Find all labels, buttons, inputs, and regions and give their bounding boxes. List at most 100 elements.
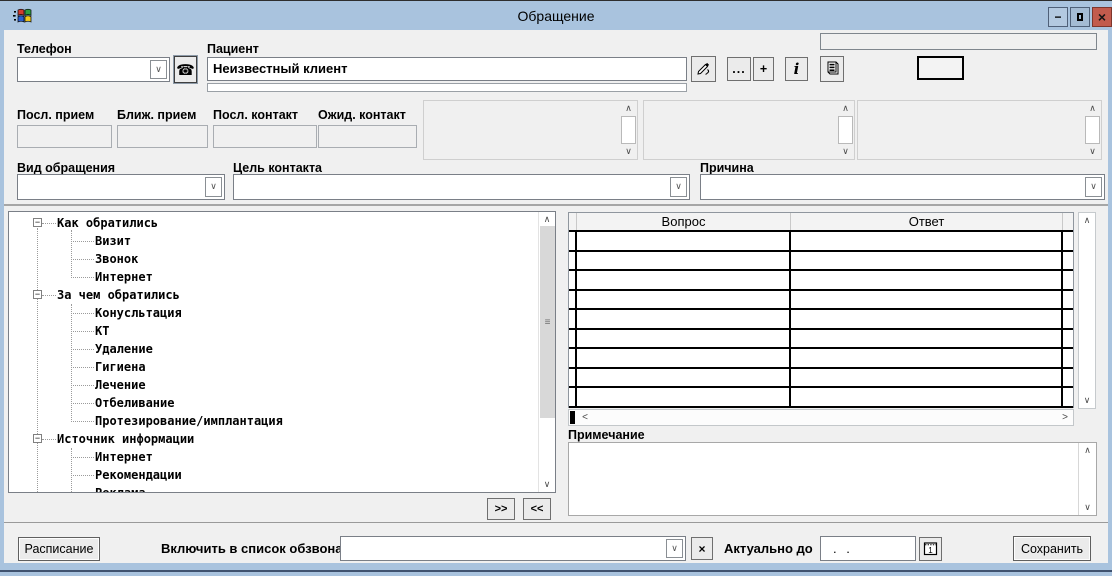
patient-label: Пациент — [207, 42, 259, 56]
patient-field[interactable]: Неизвестный клиент — [207, 57, 687, 81]
next-visit-label: Ближ. прием — [117, 108, 196, 122]
scroll-up-icon[interactable]: ∧ — [1079, 213, 1095, 228]
note-scrollbar[interactable]: ∧ ∨ — [1078, 443, 1096, 515]
tree-item[interactable]: Конусльтация — [9, 304, 537, 322]
info-listbox-2-scrollbar[interactable]: ∧ ∨ — [837, 101, 854, 159]
tree-scrollbar[interactable]: ∧ ≡ ∨ — [538, 212, 555, 492]
move-right-button[interactable]: >> — [487, 498, 515, 520]
tree-item[interactable]: Рекомендации — [9, 466, 537, 484]
info-listbox-1-scrollbar[interactable]: ∧ ∨ — [620, 101, 637, 159]
select-patient-button[interactable]: ... — [727, 57, 751, 81]
collapse-icon[interactable]: − — [33, 218, 42, 227]
scroll-thumb[interactable] — [1085, 116, 1100, 144]
save-button[interactable]: Сохранить — [1013, 536, 1091, 561]
phone-combobox[interactable]: ∨ — [17, 57, 170, 82]
schedule-button[interactable]: Расписание — [18, 537, 100, 561]
tree-item[interactable]: −За чем обратились — [9, 286, 537, 304]
table-row[interactable] — [569, 232, 1073, 252]
table-header-row: Вопрос Ответ — [569, 213, 1073, 232]
scroll-up-icon[interactable]: ∧ — [1079, 443, 1096, 458]
contact-goal-combobox[interactable]: ∨ — [233, 174, 690, 200]
reason-dropdown-icon[interactable]: ∨ — [1085, 177, 1102, 197]
next-visit-value — [117, 125, 208, 148]
calendar-icon: 1 — [923, 540, 938, 559]
call-list-combobox[interactable]: ∨ — [340, 536, 686, 561]
tree-item[interactable]: −Источник информации — [9, 430, 537, 448]
collapse-icon[interactable]: − — [33, 290, 42, 299]
table-vertical-scrollbar[interactable]: ∧ ∨ — [1078, 212, 1096, 409]
add-patient-button[interactable]: + — [753, 57, 774, 81]
title-bar[interactable]: Обращение − × — [0, 0, 1112, 30]
info-listbox-2: ∧ ∨ — [643, 100, 855, 160]
contact-goal-dropdown-icon[interactable]: ∨ — [670, 177, 687, 197]
appeal-type-dropdown-icon[interactable]: ∨ — [205, 177, 222, 197]
table-row[interactable] — [569, 291, 1073, 311]
tree-item[interactable]: Отбеливание — [9, 394, 537, 412]
scroll-down-icon[interactable]: ∨ — [539, 477, 555, 492]
scroll-up-icon[interactable]: ∧ — [1084, 101, 1101, 116]
appeal-type-combobox[interactable]: ∨ — [17, 174, 225, 200]
card-file-icon — [824, 60, 840, 79]
scroll-left-icon[interactable]: < — [578, 410, 592, 425]
frame-left — [0, 30, 4, 576]
note-textarea[interactable]: ∧ ∨ — [568, 442, 1097, 516]
tree-item[interactable]: Визит — [9, 232, 537, 250]
patient-progress-strip — [207, 83, 687, 92]
minimize-button[interactable]: − — [1048, 7, 1068, 27]
tree-item[interactable]: Гигиена — [9, 358, 537, 376]
tree-item[interactable]: Реклама — [9, 484, 537, 493]
section-separator — [4, 204, 1108, 206]
table-row[interactable] — [569, 330, 1073, 350]
scroll-thumb[interactable] — [621, 116, 636, 144]
window-title: Обращение — [0, 8, 1112, 24]
patient-info-button[interactable]: i — [785, 57, 808, 81]
tree-item[interactable]: Лечение — [9, 376, 537, 394]
table-row[interactable] — [569, 388, 1073, 408]
question-column-header[interactable]: Вопрос — [577, 213, 791, 230]
tree-item[interactable]: −Как обратились — [9, 214, 537, 232]
last-visit-value — [17, 125, 112, 148]
table-row[interactable] — [569, 271, 1073, 291]
call-list-dropdown-icon[interactable]: ∨ — [666, 539, 683, 558]
scroll-right-icon[interactable]: > — [1058, 410, 1072, 425]
tree-item[interactable]: Удаление — [9, 340, 537, 358]
tree-item[interactable]: Протезирование/имплантация — [9, 412, 537, 430]
scroll-down-icon[interactable]: ∨ — [1079, 500, 1096, 515]
tree-item[interactable]: Интернет — [9, 268, 537, 286]
scroll-thumb[interactable] — [838, 116, 853, 144]
maximize-button[interactable] — [1070, 7, 1090, 27]
scroll-up-icon[interactable]: ∧ — [620, 101, 637, 116]
phone-dropdown-icon[interactable]: ∨ — [150, 60, 167, 79]
calendar-button[interactable]: 1 — [919, 537, 942, 561]
close-button[interactable]: × — [1092, 7, 1112, 27]
question-answer-table: Вопрос Ответ — [568, 212, 1074, 408]
tree-item[interactable]: КТ — [9, 322, 537, 340]
card-index-button[interactable] — [820, 56, 844, 82]
table-row[interactable] — [569, 310, 1073, 330]
answer-column-header[interactable]: Ответ — [791, 213, 1063, 230]
tree-item[interactable]: Звонок — [9, 250, 537, 268]
table-row[interactable] — [569, 252, 1073, 272]
reason-combobox[interactable]: ∨ — [700, 174, 1105, 200]
scroll-down-icon[interactable]: ∨ — [1079, 393, 1095, 408]
move-left-button[interactable]: << — [523, 498, 551, 520]
topics-tree: −Как обратились Визит Звонок Интернет −З… — [8, 211, 556, 493]
tree-item[interactable]: Интернет — [9, 448, 537, 466]
scroll-down-icon[interactable]: ∨ — [837, 144, 854, 159]
scroll-up-icon[interactable]: ∧ — [837, 101, 854, 116]
table-row[interactable] — [569, 349, 1073, 369]
dial-phone-button[interactable]: ☎ — [174, 56, 197, 83]
scroll-down-icon[interactable]: ∨ — [1084, 144, 1101, 159]
table-row[interactable] — [569, 369, 1073, 389]
last-visit-label: Посл. прием — [17, 108, 94, 122]
scroll-thumb[interactable]: ≡ — [540, 226, 555, 418]
info-listbox-3-scrollbar[interactable]: ∧ ∨ — [1084, 101, 1101, 159]
edit-patient-button[interactable] — [691, 56, 716, 82]
clear-call-list-button[interactable]: × — [691, 537, 713, 560]
scroll-up-icon[interactable]: ∧ — [539, 212, 555, 227]
collapse-icon[interactable]: − — [33, 434, 42, 443]
table-horizontal-scrollbar[interactable]: < > — [568, 409, 1074, 426]
scroll-down-icon[interactable]: ∨ — [620, 144, 637, 159]
actual-until-date-field[interactable]: . . — [820, 536, 916, 561]
appeal-type-label: Вид обращения — [17, 161, 115, 175]
